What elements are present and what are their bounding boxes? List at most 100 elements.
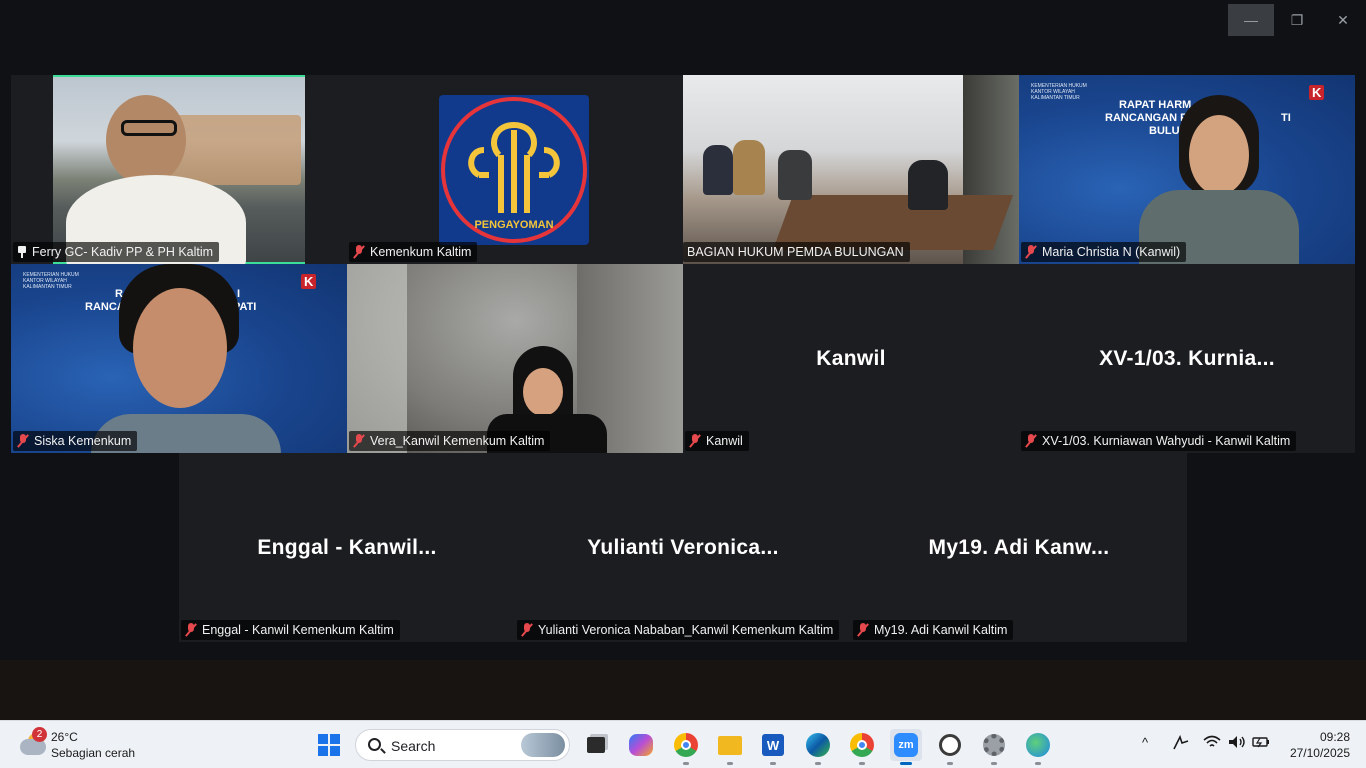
clock-app-icon: [939, 734, 961, 756]
taskbar-clock[interactable]: 09:28 27/10/2025: [1282, 729, 1350, 761]
participant-name: Kanwil: [706, 434, 743, 448]
volume-icon[interactable]: [1228, 735, 1246, 752]
video-tile-bagian-hukum[interactable]: BAGIAN HUKUM PEMDA BULUNGAN: [683, 75, 1019, 264]
banner-org3: KALIMANTAN TIMUR: [1031, 95, 1080, 101]
tile-kurniawan[interactable]: XV-1/03. Kurnia... XV-1/03. Kurniawan Wa…: [1019, 264, 1355, 453]
minimize-button[interactable]: —: [1228, 4, 1274, 36]
background-strip: [0, 660, 1366, 720]
participant-nameplate: My19. Adi Kanwil Kaltim: [853, 620, 1014, 640]
tile-enggal[interactable]: Enggal - Kanwil... Enggal - Kanwil Kemen…: [179, 453, 515, 642]
taskbar: 2 26°C Sebagian cerah Search W zm ^ 09:2…: [0, 720, 1366, 768]
weather-temp: 26°C: [51, 730, 78, 744]
mic-muted-icon: [521, 623, 533, 637]
logo-text: PENGAYOMAN: [474, 219, 554, 231]
weather-desc: Sebagian cerah: [51, 746, 136, 760]
notification-badge: 2: [32, 727, 47, 742]
tile-adi[interactable]: My19. Adi Kanw... My19. Adi Kanwil Kalti…: [851, 453, 1187, 642]
chrome-profile-icon: [850, 733, 874, 757]
participant-name: Siska Kemenkum: [34, 434, 132, 448]
participant-display-name: My19. Adi Kanw...: [928, 535, 1110, 559]
maximize-button[interactable]: ❐: [1274, 4, 1320, 36]
task-view-button[interactable]: [580, 729, 612, 761]
video-tile-siska[interactable]: KEMENTERIAN HUKUM KANTOR WILAYAH KALIMAN…: [11, 264, 347, 453]
windows-icon: [318, 734, 340, 756]
participant-display-name: Kanwil: [816, 346, 886, 370]
battery-icon[interactable]: [1252, 735, 1270, 752]
participant-nameplate: Siska Kemenkum: [13, 431, 138, 451]
video-tile-kemenkum-kaltim[interactable]: PENGAYOMAN Kemenkum Kaltim: [347, 75, 683, 264]
chrome-icon: [674, 733, 698, 757]
video-tile-ferry[interactable]: Ferry GC- Kadiv PP & PH Kaltim: [11, 75, 347, 264]
copilot-button[interactable]: [625, 729, 657, 761]
mic-muted-icon: [1025, 245, 1037, 259]
clock-app-button[interactable]: [934, 729, 966, 765]
maps-icon: [1026, 733, 1050, 757]
clock-time: 09:28: [1319, 730, 1350, 744]
participant-name: XV-1/03. Kurniawan Wahyudi - Kanwil Kalt…: [1042, 434, 1291, 448]
participant-nameplate: Vera_Kanwil Kemenkum Kaltim: [349, 431, 551, 451]
zoom-button[interactable]: zm: [890, 729, 922, 765]
participant-nameplate: Kemenkum Kaltim: [349, 242, 478, 262]
pengayoman-logo: PENGAYOMAN: [439, 95, 589, 245]
banner-title: RAPAT HARM: [1119, 99, 1192, 111]
edge-button[interactable]: [802, 729, 834, 765]
tray-chevron-icon[interactable]: ^: [1142, 735, 1148, 750]
participant-name: Ferry GC- Kadiv PP & PH Kaltim: [32, 245, 214, 259]
participant-nameplate: XV-1/03. Kurniawan Wahyudi - Kanwil Kalt…: [1021, 431, 1297, 451]
participant-name: My19. Adi Kanwil Kaltim: [874, 623, 1008, 637]
participant-display-name: Enggal - Kanwil...: [257, 535, 437, 559]
mic-muted-icon: [185, 623, 197, 637]
banner-org3: KALIMANTAN TIMUR: [23, 284, 72, 290]
tile-kanwil[interactable]: Kanwil Kanwil: [683, 264, 1019, 453]
pin-icon: [17, 246, 27, 258]
file-explorer-icon: [718, 735, 742, 755]
event-badge: K: [301, 274, 317, 289]
search-highlight-image: [521, 733, 565, 757]
banner-title-end: I: [237, 288, 241, 300]
file-explorer-button[interactable]: [714, 729, 746, 765]
mic-muted-icon: [353, 245, 365, 259]
chrome-profile-button[interactable]: [846, 729, 878, 765]
window-titlebar: — ❐ ✕: [0, 0, 1366, 40]
banner-subtitle-2: BULU: [1149, 125, 1180, 137]
participant-nameplate: Enggal - Kanwil Kemenkum Kaltim: [181, 620, 400, 640]
mic-muted-icon: [857, 623, 869, 637]
wifi-icon[interactable]: [1203, 735, 1221, 752]
participant-nameplate: Maria Christia N (Kanwil): [1021, 242, 1187, 262]
tile-yulianti[interactable]: Yulianti Veronica... Yulianti Veronica N…: [515, 453, 851, 642]
participant-nameplate: Ferry GC- Kadiv PP & PH Kaltim: [13, 242, 220, 262]
participant-display-name: Yulianti Veronica...: [587, 535, 779, 559]
banner-title-end: TI: [1281, 112, 1291, 124]
zoom-icon: zm: [894, 733, 918, 757]
weather-widget[interactable]: 2 26°C Sebagian cerah: [14, 727, 174, 763]
participant-nameplate: BAGIAN HUKUM PEMDA BULUNGAN: [683, 242, 910, 262]
mic-muted-icon: [689, 434, 701, 448]
video-tile-vera[interactable]: Vera_Kanwil Kemenkum Kaltim: [347, 264, 683, 453]
mic-muted-icon: [353, 434, 365, 448]
word-icon: W: [762, 734, 784, 756]
mic-muted-icon: [17, 434, 29, 448]
video-tile-maria[interactable]: KEMENTERIAN HUKUM KANTOR WILAYAH KALIMAN…: [1019, 75, 1355, 264]
participant-name: BAGIAN HUKUM PEMDA BULUNGAN: [687, 245, 904, 259]
maps-button[interactable]: [1022, 729, 1054, 765]
close-button[interactable]: ✕: [1320, 4, 1366, 36]
participant-display-name: XV-1/03. Kurnia...: [1099, 346, 1275, 370]
search-icon: [368, 738, 381, 751]
settings-button[interactable]: [978, 729, 1010, 765]
participant-nameplate: Yulianti Veronica Nababan_Kanwil Kemenku…: [517, 620, 840, 640]
settings-icon: [983, 734, 1005, 756]
location-icon[interactable]: [1172, 734, 1189, 750]
participant-name: Maria Christia N (Kanwil): [1042, 245, 1181, 259]
word-button[interactable]: W: [757, 729, 789, 765]
participant-name: Vera_Kanwil Kemenkum Kaltim: [370, 434, 545, 448]
chrome-button[interactable]: [670, 729, 702, 765]
search-input[interactable]: Search: [355, 729, 570, 761]
start-button[interactable]: [313, 729, 345, 761]
participant-name: Kemenkum Kaltim: [370, 245, 472, 259]
task-view-icon: [587, 737, 605, 753]
edge-icon: [806, 733, 830, 757]
event-badge: K: [1309, 85, 1325, 100]
participant-name: Enggal - Kanwil Kemenkum Kaltim: [202, 623, 394, 637]
mic-muted-icon: [1025, 434, 1037, 448]
participant-nameplate: Kanwil: [685, 431, 749, 451]
